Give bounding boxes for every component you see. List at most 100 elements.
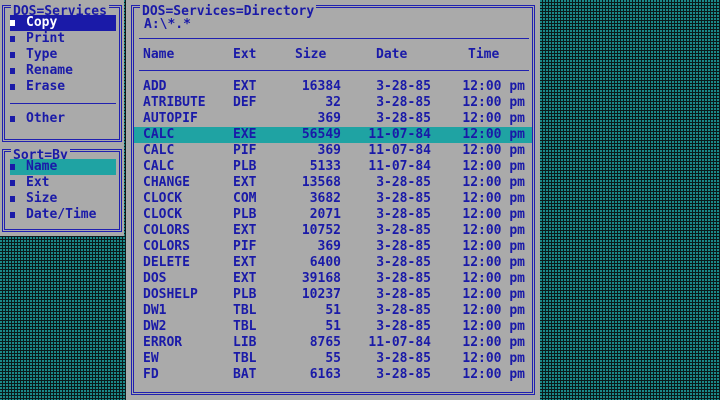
sort-item-date-time[interactable]: Date/Time: [10, 207, 116, 223]
bullet-icon: [10, 164, 15, 170]
column-size-header[interactable]: Size: [295, 47, 326, 63]
file-date: 11-07-84: [368, 159, 431, 174]
table-row[interactable]: CLOCK COM 3682 3-28-85 12:00 pm: [134, 191, 532, 207]
column-date-header[interactable]: Date: [376, 47, 407, 63]
file-date: 3-28-85: [376, 271, 431, 286]
menu-item-rename[interactable]: Rename: [10, 63, 116, 79]
table-row[interactable]: CALC PIF 369 11-07-84 12:00 pm: [134, 143, 532, 159]
file-name: DW2: [143, 319, 167, 334]
menu-item-type[interactable]: Type: [10, 47, 116, 63]
dos-services-menu: DOS=Services Copy Print Type Rename Eras…: [0, 0, 124, 144]
file-size: 56549: [301, 127, 341, 142]
table-row[interactable]: ATRIBUTE DEF 32 3-28-85 12:00 pm: [134, 95, 532, 111]
file-size: 32: [325, 95, 341, 110]
table-row[interactable]: DOSHELP PLB 10237 3-28-85 12:00 pm: [134, 287, 532, 303]
table-row[interactable]: DW2 TBL 51 3-28-85 12:00 pm: [134, 319, 532, 335]
file-size: 51: [325, 319, 341, 334]
menu-divider: [10, 103, 116, 104]
menu-item-copy[interactable]: Copy: [10, 15, 116, 31]
file-date: 3-28-85: [376, 95, 431, 110]
file-date: 3-28-85: [376, 79, 431, 94]
table-row[interactable]: CALC PLB 5133 11-07-84 12:00 pm: [134, 159, 532, 175]
table-row[interactable]: EW TBL 55 3-28-85 12:00 pm: [134, 351, 532, 367]
file-date: 3-28-85: [376, 191, 431, 206]
bullet-icon: [10, 180, 15, 186]
directory-path: A:\*.*: [144, 17, 191, 32]
file-name: ATRIBUTE: [143, 95, 206, 110]
file-size: 16384: [301, 79, 341, 94]
file-size: 39168: [301, 271, 341, 286]
sort-item-name[interactable]: Name: [10, 159, 116, 175]
bullet-icon: [10, 20, 15, 26]
bullet-icon: [10, 36, 15, 42]
table-row[interactable]: AUTOPIF 369 3-28-85 12:00 pm: [134, 111, 532, 127]
file-date: 11-07-84: [368, 143, 431, 158]
file-date: 11-07-84: [368, 335, 431, 350]
sort-item-label: Name: [26, 159, 58, 174]
table-row[interactable]: DOS EXT 39168 3-28-85 12:00 pm: [134, 271, 532, 287]
file-size: 51: [325, 303, 341, 318]
file-name: CLOCK: [143, 207, 183, 222]
file-name: EW: [143, 351, 159, 366]
column-ext-header[interactable]: Ext: [233, 47, 256, 63]
file-date: 3-28-85: [376, 287, 431, 302]
file-time: 12:00 pm: [462, 95, 525, 110]
file-name: DELETE: [143, 255, 190, 270]
menu-item-print[interactable]: Print: [10, 31, 116, 47]
table-row[interactable]: DELETE EXT 6400 3-28-85 12:00 pm: [134, 255, 532, 271]
file-name: CALC: [143, 127, 175, 142]
file-date: 3-28-85: [376, 367, 431, 382]
bullet-icon: [10, 68, 15, 74]
sort-item-label: Size: [26, 191, 58, 206]
file-date: 3-28-85: [376, 223, 431, 238]
sort-by-menu: Sort=By Name Ext Size Date/Time: [0, 144, 124, 236]
table-row[interactable]: COLORS PIF 369 3-28-85 12:00 pm: [134, 239, 532, 255]
file-name: DW1: [143, 303, 167, 318]
sort-by-list: Name Ext Size Date/Time: [10, 159, 116, 223]
bullet-icon: [10, 116, 15, 122]
file-size: 5133: [309, 159, 341, 174]
menu-item-label: Print: [26, 31, 66, 46]
table-row[interactable]: DW1 TBL 51 3-28-85 12:00 pm: [134, 303, 532, 319]
file-time: 12:00 pm: [462, 351, 525, 366]
file-name: FD: [143, 367, 159, 382]
file-time: 12:00 pm: [462, 255, 525, 270]
table-row[interactable]: CALC EXE 56549 11-07-84 12:00 pm: [134, 127, 532, 143]
file-name: CALC: [143, 159, 175, 174]
table-row[interactable]: COLORS EXT 10752 3-28-85 12:00 pm: [134, 223, 532, 239]
table-row[interactable]: FD BAT 6163 3-28-85 12:00 pm: [134, 367, 532, 383]
file-date: 3-28-85: [376, 207, 431, 222]
file-name: CHANGE: [143, 175, 190, 190]
file-time: 12:00 pm: [462, 111, 525, 126]
menu-item-label: Rename: [26, 63, 73, 78]
menu-item-label: Erase: [26, 79, 66, 94]
sort-item-ext[interactable]: Ext: [10, 175, 116, 191]
file-size: 6400: [309, 255, 341, 270]
table-row[interactable]: CLOCK PLB 2071 3-28-85 12:00 pm: [134, 207, 532, 223]
table-row[interactable]: CHANGE EXT 13568 3-28-85 12:00 pm: [134, 175, 532, 191]
file-list: ADD EXT 16384 3-28-85 12:00 pm ATRIBUTE DEF 32 3…: [134, 79, 532, 383]
menu-item-erase[interactable]: Erase: [10, 79, 116, 95]
file-name: COLORS: [143, 223, 190, 238]
column-time-header[interactable]: Time: [468, 47, 499, 63]
column-name-header[interactable]: Name: [143, 47, 174, 63]
table-row[interactable]: ERROR LIB 8765 11-07-84 12:00 pm: [134, 335, 532, 351]
file-time: 12:00 pm: [462, 271, 525, 286]
file-size: 10752: [301, 223, 341, 238]
sort-item-size[interactable]: Size: [10, 191, 116, 207]
file-time: 12:00 pm: [462, 367, 525, 382]
directory-window: DOS=Services=Directory A:\*.* Name Ext S…: [126, 0, 540, 400]
file-time: 12:00 pm: [462, 223, 525, 238]
file-name: ERROR: [143, 335, 183, 350]
bullet-icon: [10, 84, 15, 90]
file-time: 12:00 pm: [462, 159, 525, 174]
file-name: CALC: [143, 143, 175, 158]
file-name: DOS: [143, 271, 167, 286]
menu-item-other[interactable]: Other: [10, 111, 116, 127]
table-row[interactable]: ADD EXT 16384 3-28-85 12:00 pm: [134, 79, 532, 95]
dos-services-list: Copy Print Type Rename Erase: [10, 15, 116, 95]
menu-item-label: Other: [26, 111, 66, 126]
file-date: 3-28-85: [376, 111, 431, 126]
file-size: 369: [317, 143, 341, 158]
bullet-icon: [10, 212, 15, 218]
